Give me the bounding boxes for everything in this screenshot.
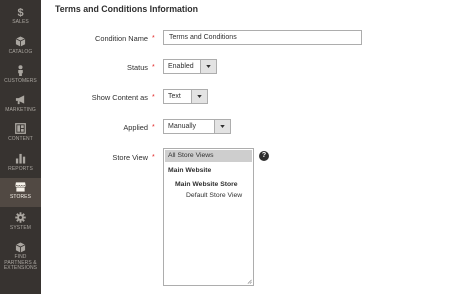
show-content-as-label: Show Content as (91, 93, 148, 102)
status-select[interactable]: Enabled (163, 59, 217, 74)
store-view-group: Main Website (168, 167, 212, 174)
page-title: Terms and Conditions Information (55, 4, 199, 14)
layout-icon (15, 122, 27, 134)
nav-label: FIND PARTNERS & EXTENSIONS (3, 254, 38, 271)
required-asterisk: * (152, 64, 155, 71)
help-icon[interactable]: ? (259, 151, 269, 161)
store-view-multiselect[interactable]: All Store Views Main Website Main Websit… (163, 148, 254, 286)
nav-item-reports[interactable]: REPORTS (0, 150, 41, 179)
nav-label: STORES (9, 194, 32, 200)
cube-icon (15, 35, 27, 47)
gear-icon (15, 211, 27, 223)
nav-item-catalog[interactable]: CATALOG (0, 33, 41, 62)
nav-label: REPORTS (8, 166, 33, 172)
show-content-as-select[interactable]: Text (163, 89, 208, 104)
applied-select[interactable]: Manually (163, 119, 231, 134)
svg-text:$: $ (17, 7, 23, 17)
nav-item-find-partners[interactable]: FIND PARTNERS & EXTENSIONS (0, 239, 41, 279)
person-icon (15, 64, 27, 76)
extensions-icon (15, 241, 27, 253)
nav-item-sales[interactable]: $ SALES (0, 3, 41, 32)
required-asterisk: * (152, 124, 155, 131)
show-content-as-select-value: Text (168, 93, 181, 100)
nav-item-system[interactable]: SYSTEM (0, 209, 41, 238)
required-asterisk: * (152, 35, 155, 42)
store-view-subgroup: Main Website Store (175, 181, 238, 188)
megaphone-icon (15, 93, 27, 105)
nav-item-content[interactable]: CONTENT (0, 120, 41, 149)
condition-name-input[interactable]: Terms and Conditions (163, 30, 362, 45)
admin-sidebar: $ SALES CATALOG CUSTOMERS MARKETING CONT… (0, 0, 41, 294)
bar-chart-icon (15, 152, 27, 164)
chevron-down-icon (200, 60, 216, 73)
applied-label: Applied (123, 123, 148, 132)
store-view-label: Store View (112, 153, 148, 162)
applied-select-value: Manually (168, 123, 197, 130)
nav-label: SALES (12, 19, 29, 25)
nav-label: SYSTEM (9, 225, 32, 231)
required-asterisk: * (152, 94, 155, 101)
condition-name-label: Condition Name (95, 34, 148, 43)
nav-item-marketing[interactable]: MARKETING (0, 91, 41, 120)
required-asterisk: * (152, 154, 155, 161)
status-select-value: Enabled (168, 63, 194, 70)
nav-item-stores[interactable]: STORES (0, 178, 41, 207)
status-label: Status (127, 63, 148, 72)
dollar-icon: $ (15, 5, 27, 17)
chevron-down-icon (214, 120, 230, 133)
store-view-option[interactable]: All Store Views (168, 152, 214, 159)
nav-label: CONTENT (8, 136, 33, 142)
store-view-option[interactable]: Default Store View (186, 192, 242, 199)
store-icon (15, 180, 27, 192)
nav-item-customers[interactable]: CUSTOMERS (0, 62, 41, 91)
nav-label: MARKETING (5, 107, 36, 113)
nav-label: CUSTOMERS (4, 78, 37, 84)
resize-grip-icon[interactable] (247, 279, 252, 284)
chevron-down-icon (191, 90, 207, 103)
nav-label: CATALOG (8, 49, 33, 55)
